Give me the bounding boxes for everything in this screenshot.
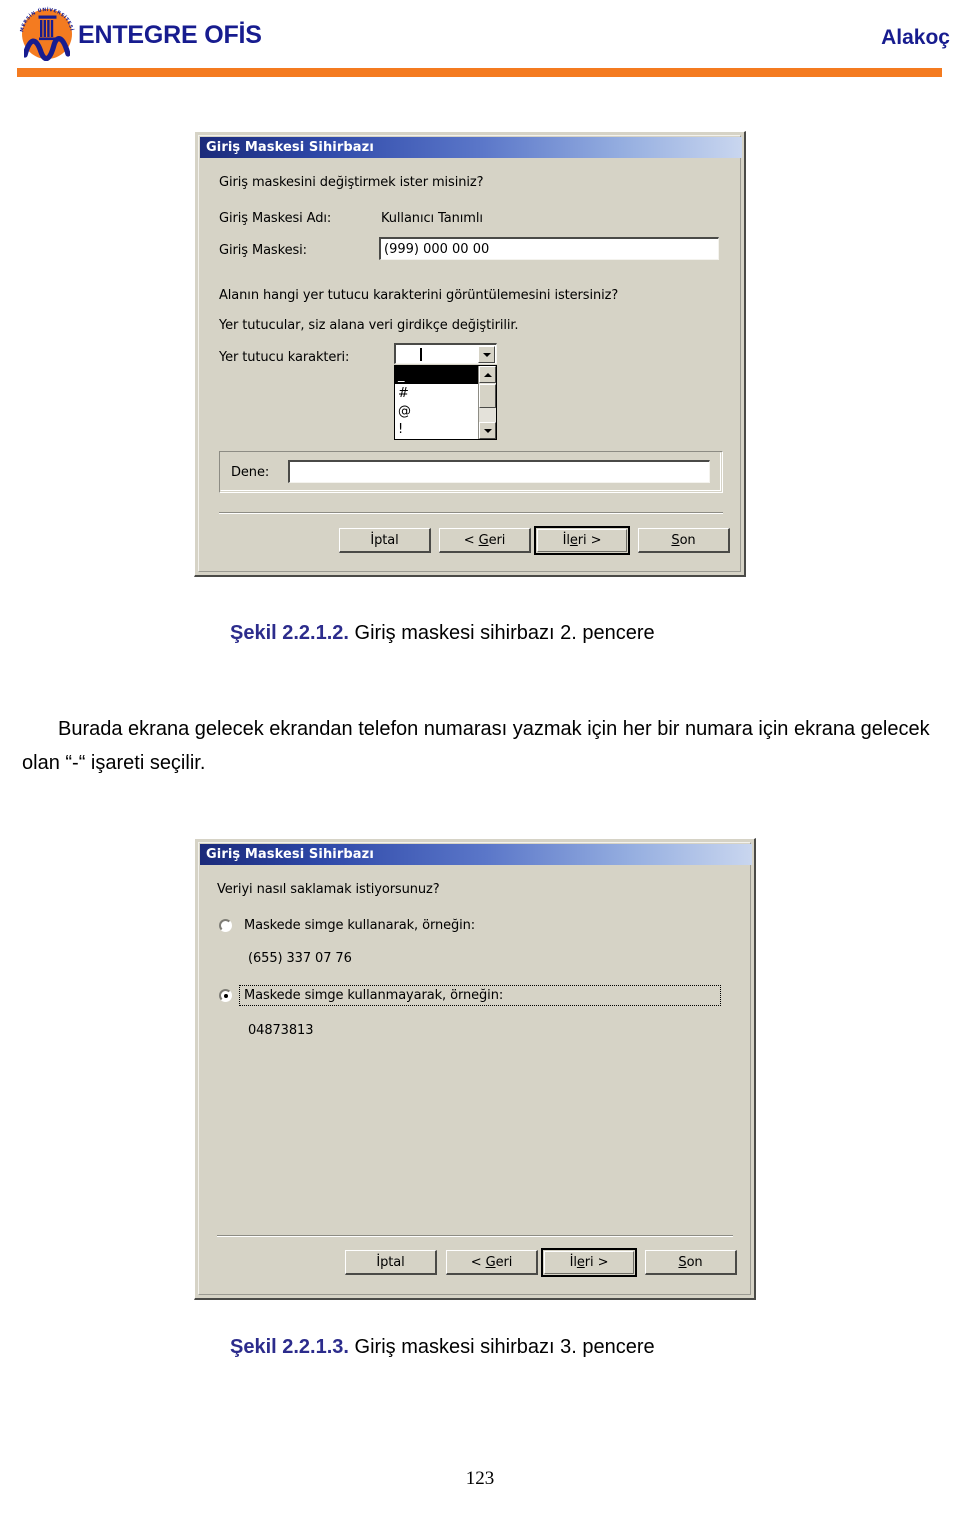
dropdown-scrollbar[interactable] <box>478 366 496 439</box>
placeholder-char-combobox[interactable] <box>394 343 497 364</box>
dialog-inner-frame <box>198 842 751 1295</box>
text-caret-icon <box>420 348 422 361</box>
finish-button-label: Son <box>678 1254 703 1270</box>
brand-title: ENTEGRE OFİS <box>78 20 262 49</box>
next-button[interactable]: İleri > <box>541 1248 637 1277</box>
mask-name-value: Kullanıcı Tanımlı <box>381 211 483 226</box>
page-header: MERSİN ÜNİVERSİTESİ 1992 ENTEGRE OFİS Al… <box>0 0 960 86</box>
dropdown-option[interactable]: @ <box>395 402 478 420</box>
change-mask-prompt: Giriş maskesini değiştirmek ister misini… <box>219 175 484 190</box>
input-mask-wizard-dialog-step3[interactable]: Giriş Maskesi Sihirbazı Veriyi nasıl sak… <box>194 838 756 1300</box>
input-mask-wizard-dialog-step2[interactable]: Giriş Maskesi Sihirbazı Giriş maskesini … <box>194 131 746 577</box>
try-it-label: Dene: <box>231 465 270 480</box>
header-author: Alakoç <box>881 26 950 49</box>
cancel-button-label: İptal <box>370 532 399 548</box>
dropdown-options[interactable]: _ # @ ! <box>395 366 478 439</box>
try-it-input[interactable] <box>288 460 710 483</box>
store-data-prompt: Veriyi nasıl saklamak istiyorsunuz? <box>217 882 440 897</box>
back-button[interactable]: < Geri <box>439 528 531 553</box>
cancel-button-label: İptal <box>376 1254 405 1270</box>
radio-option-without-symbols[interactable]: Maskede simge kullanmayarak, örneğin: <box>219 985 721 1006</box>
dropdown-option[interactable]: ! <box>395 420 478 438</box>
dialog-titlebar[interactable]: Giriş Maskesi Sihirbazı <box>200 137 742 158</box>
figure-number-1: Şekil 2.2.1.2. <box>230 622 349 644</box>
mask-label: Giriş Maskesi: <box>219 243 307 258</box>
chevron-down-icon[interactable] <box>478 346 495 363</box>
radio-option-with-symbols[interactable]: Maskede simge kullanarak, örneğin: <box>219 916 479 935</box>
back-button[interactable]: < Geri <box>446 1250 538 1275</box>
next-button-label: İleri > <box>562 533 602 548</box>
dialog-title: Giriş Maskesi Sihirbazı <box>206 140 374 155</box>
radio-option-without-symbols-label: Maskede simge kullanmayarak, örneğin: <box>239 985 721 1006</box>
radio-selected-icon[interactable] <box>219 989 232 1002</box>
dialog-title: Giriş Maskesi Sihirbazı <box>206 847 374 862</box>
figure-number-2: Şekil 2.2.1.3. <box>230 1336 349 1358</box>
placeholder-question: Alanın hangi yer tutucu karakterini görü… <box>219 288 619 303</box>
figure-caption-2: Şekil 2.2.1.3. Giriş maskesi sihirbazı 3… <box>230 1336 655 1359</box>
placeholder-note: Yer tutucular, siz alana veri girdikçe d… <box>219 318 519 333</box>
header-accent-rule <box>17 68 942 77</box>
finish-button[interactable]: Son <box>638 528 730 553</box>
button-row-separator <box>217 1235 733 1237</box>
cancel-button[interactable]: İptal <box>345 1250 437 1275</box>
figure-caption-text-2: Giriş maskesi sihirbazı 3. pencere <box>348 1336 655 1358</box>
example-without-symbols: 04873813 <box>248 1023 314 1038</box>
logo-wave-icon <box>24 36 70 61</box>
brand-block: MERSİN ÜNİVERSİTESİ 1992 ENTEGRE OFİS <box>18 6 262 64</box>
mersin-universitesi-logo-icon: MERSİN ÜNİVERSİTESİ 1992 <box>18 6 76 64</box>
placeholder-char-dropdown-list[interactable]: _ # @ ! <box>394 365 497 440</box>
dropdown-option[interactable]: # <box>395 384 478 402</box>
back-button-label: < Geri <box>470 1254 513 1270</box>
radio-option-with-symbols-label: Maskede simge kullanarak, örneğin: <box>244 918 476 933</box>
dropdown-option[interactable]: _ <box>395 366 478 384</box>
figure-caption-1: Şekil 2.2.1.2. Giriş maskesi sihirbazı 2… <box>230 622 655 645</box>
scroll-down-glyph <box>483 428 492 433</box>
finish-button-label: Son <box>671 532 696 548</box>
chevron-down-glyph <box>482 352 491 357</box>
next-button-label: İleri > <box>569 1255 609 1270</box>
body-paragraph: Burada ekrana gelecek ekrandan telefon n… <box>22 718 930 774</box>
cancel-button[interactable]: İptal <box>339 528 431 553</box>
page-number: 123 <box>465 1468 495 1489</box>
example-with-symbols: (655) 337 07 76 <box>248 951 352 966</box>
radio-unselected-icon[interactable] <box>219 919 232 932</box>
finish-button[interactable]: Son <box>645 1250 737 1275</box>
figure-caption-text-1: Giriş maskesi sihirbazı 2. pencere <box>348 622 655 644</box>
mask-name-label: Giriş Maskesi Adı: <box>219 211 332 226</box>
placeholder-char-label: Yer tutucu karakteri: <box>219 350 350 365</box>
scrollbar-thumb[interactable] <box>479 384 496 408</box>
scroll-up-glyph <box>483 372 492 377</box>
scroll-down-icon[interactable] <box>479 422 496 439</box>
next-button[interactable]: İleri > <box>534 526 630 555</box>
dialog-titlebar[interactable]: Giriş Maskesi Sihirbazı <box>200 844 752 865</box>
back-button-label: < Geri <box>463 532 506 548</box>
mask-input[interactable]: (999) 000 00 00 <box>379 237 719 260</box>
button-row-separator <box>219 512 723 514</box>
scroll-up-icon[interactable] <box>479 366 496 383</box>
